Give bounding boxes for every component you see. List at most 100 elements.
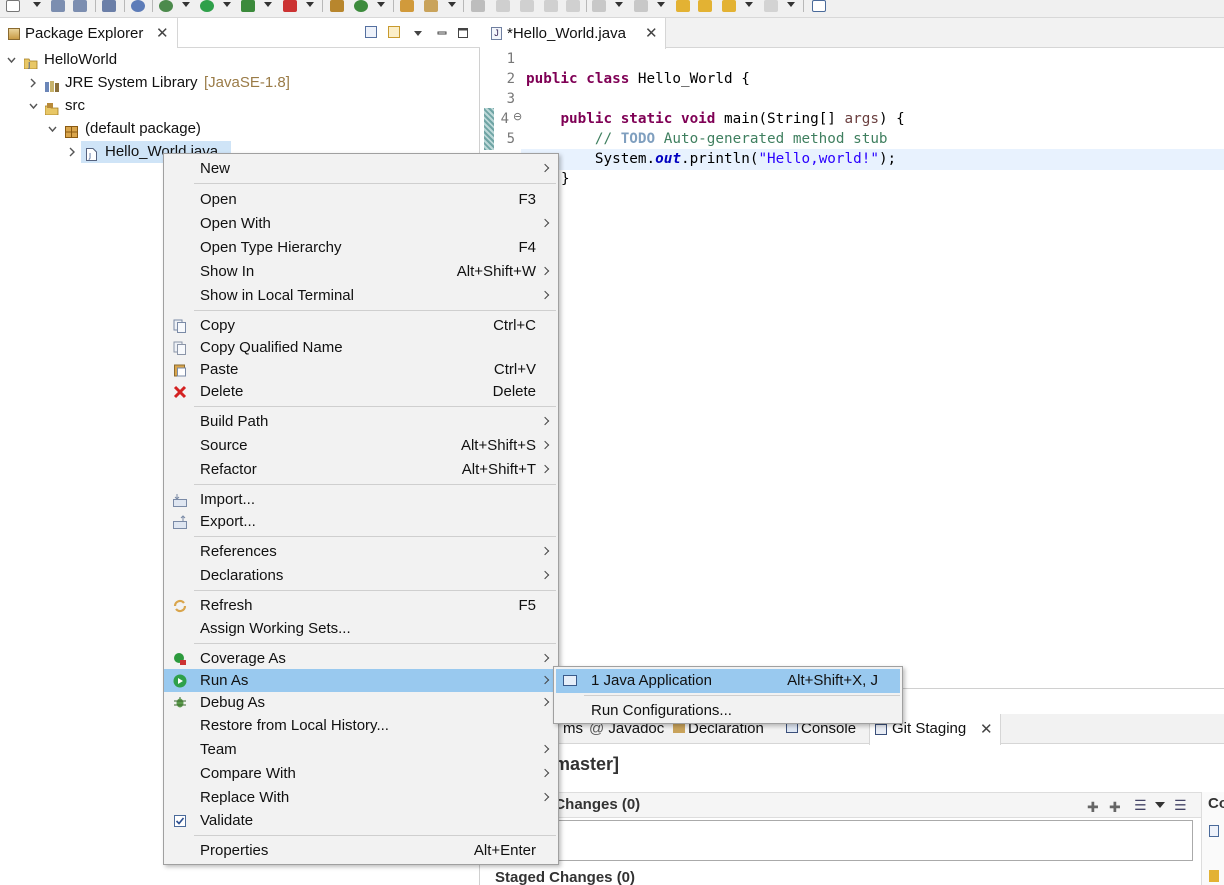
menu-item-run-as[interactable]: Run As	[164, 669, 558, 692]
menu-item-open[interactable]: Open F3	[164, 188, 558, 211]
close-icon[interactable]: ✕	[156, 24, 169, 42]
menu-item-export[interactable]: Export...	[164, 510, 558, 533]
menu-item-label: Build Path	[200, 413, 269, 430]
open-task-icon[interactable]	[424, 0, 438, 12]
external-tools-dropdown-icon[interactable]	[264, 2, 272, 7]
run-icon[interactable]	[200, 0, 214, 12]
menu-item-debug-as[interactable]: Debug As	[164, 691, 558, 714]
save-icon[interactable]	[51, 0, 65, 12]
menu-item-import[interactable]: Import...	[164, 488, 558, 511]
run-dropdown-icon[interactable]	[223, 2, 231, 7]
menu-item-open-with[interactable]: Open With	[164, 212, 558, 235]
menu-item-refactor[interactable]: Refactor Alt+Shift+T	[164, 458, 558, 481]
collapse-all-icon[interactable]	[365, 26, 377, 38]
menu-item-copy-qualified-name[interactable]: Copy Qualified Name	[164, 336, 558, 359]
tree-item-jre[interactable]: JRE System Library [JavaSE-1.8]	[0, 72, 320, 94]
external-tools-icon[interactable]	[241, 0, 255, 12]
back-icon[interactable]	[698, 0, 712, 12]
show-whitespace-icon[interactable]	[520, 0, 534, 12]
stage-selected-icon[interactable]: ✚	[1087, 799, 1099, 816]
stop-icon[interactable]	[283, 0, 297, 12]
new-class-dropdown-icon[interactable]	[377, 2, 385, 7]
submenu-item-java-application[interactable]: 1 Java Application Alt+Shift+X, J	[556, 669, 900, 693]
package-explorer-tab[interactable]: Package Explorer ✕	[0, 18, 178, 48]
close-icon[interactable]: ✕	[980, 720, 993, 738]
menu-item-validate[interactable]: Validate	[164, 809, 558, 832]
search-icon[interactable]	[131, 0, 145, 12]
close-icon[interactable]: ✕	[645, 24, 658, 42]
debug-icon[interactable]	[159, 0, 173, 12]
menu-item-declarations[interactable]: Declarations	[164, 564, 558, 587]
pin-icon[interactable]	[496, 0, 510, 12]
menu-item-delete[interactable]: Delete Delete	[164, 380, 558, 403]
next-annotation-icon[interactable]	[592, 0, 606, 12]
new-package-icon[interactable]	[330, 0, 344, 12]
menu-item-show-in-terminal[interactable]: Show in Local Terminal	[164, 284, 558, 307]
annotation-icon[interactable]	[471, 0, 485, 12]
fold-toggle-icon[interactable]: ⊖	[513, 110, 522, 123]
sort-icon[interactable]: ☰	[1174, 797, 1187, 814]
maximize-icon[interactable]	[457, 26, 469, 38]
forward-dropdown-icon[interactable]	[787, 2, 795, 7]
menu-item-new[interactable]: New	[164, 157, 558, 180]
editor-tab-hello-world[interactable]: J *Hello_World.java ✕	[481, 18, 666, 49]
stage-all-icon[interactable]: ✚	[1109, 799, 1121, 816]
submenu-arrow-icon	[540, 653, 550, 663]
code-line-4[interactable]: public static void main(String[] args) {	[526, 111, 904, 127]
menu-item-refresh[interactable]: Refresh F5	[164, 594, 558, 617]
last-edit-icon[interactable]	[676, 0, 690, 12]
new-class-icon[interactable]	[354, 0, 368, 12]
menu-item-copy[interactable]: Copy Ctrl+C	[164, 314, 558, 337]
open-type-icon[interactable]	[400, 0, 414, 12]
view-menu-icon[interactable]	[412, 26, 424, 38]
project-label: HelloWorld	[44, 51, 118, 68]
block-select-icon[interactable]	[544, 0, 558, 12]
menu-item-coverage-as[interactable]: Coverage As	[164, 647, 558, 670]
new-dropdown-icon[interactable]	[33, 2, 41, 7]
menu-item-compare-with[interactable]: Compare With	[164, 762, 558, 785]
menu-item-open-type-hierarchy[interactable]: Open Type Hierarchy F4	[164, 236, 558, 259]
forward-icon[interactable]	[722, 0, 736, 12]
next-annotation-dropdown-icon[interactable]	[615, 2, 623, 7]
code-line-5[interactable]: // TODO Auto-generated method stub	[526, 131, 888, 147]
menu-item-references[interactable]: References	[164, 540, 558, 563]
chevron-right-icon[interactable]	[67, 141, 78, 171]
save-all-icon[interactable]	[73, 0, 87, 12]
prev-annotation-icon[interactable]	[634, 0, 648, 12]
view-menu-icon[interactable]	[1155, 802, 1165, 808]
new-window-icon[interactable]	[812, 0, 826, 12]
submenu-item-run-configurations[interactable]: Run Configurations...	[556, 699, 900, 723]
menu-item-paste[interactable]: Paste Ctrl+V	[164, 358, 558, 381]
menu-item-restore-history[interactable]: Restore from Local History...	[164, 714, 558, 737]
menu-item-show-in[interactable]: Show In Alt+Shift+W	[164, 260, 558, 283]
tree-item-project[interactable]: J HelloWorld	[0, 49, 300, 71]
debug-dropdown-icon[interactable]	[182, 2, 190, 7]
menu-item-build-path[interactable]: Build Path	[164, 410, 558, 433]
svg-text:J: J	[88, 152, 91, 160]
stop-dropdown-icon[interactable]	[306, 2, 314, 7]
open-task-dropdown-icon[interactable]	[448, 2, 456, 7]
list-view-icon[interactable]: ☰	[1134, 797, 1147, 814]
menu-item-properties[interactable]: Properties Alt+Enter	[164, 839, 558, 862]
menu-item-replace-with[interactable]: Replace With	[164, 786, 558, 809]
code-line-6[interactable]: System.out.println("Hello,world!");	[526, 151, 896, 167]
menu-item-team[interactable]: Team	[164, 738, 558, 761]
tree-item-src[interactable]: src	[0, 95, 200, 117]
tree-item-default-package[interactable]: (default package)	[0, 118, 260, 140]
link-with-editor-icon[interactable]	[388, 26, 400, 38]
commit-panel: Co	[1201, 792, 1224, 885]
forward-disabled-icon[interactable]	[764, 0, 778, 12]
minimize-icon[interactable]	[436, 26, 448, 38]
menu-item-assign-working-sets[interactable]: Assign Working Sets...	[164, 617, 558, 640]
print-icon[interactable]	[102, 0, 116, 12]
code-field: out	[655, 151, 681, 167]
unstaged-changes-list[interactable]	[551, 820, 1193, 861]
code-line-7[interactable]: }	[561, 171, 570, 187]
menu-item-source[interactable]: Source Alt+Shift+S	[164, 434, 558, 457]
paragraph-icon[interactable]	[566, 0, 580, 12]
back-dropdown-icon[interactable]	[745, 2, 753, 7]
new-icon[interactable]	[6, 0, 20, 12]
code-line-2[interactable]: public class Hello_World {	[526, 71, 750, 87]
prev-annotation-dropdown-icon[interactable]	[657, 2, 665, 7]
unstaged-changes-header[interactable]: d Changes (0) ✚ ✚ ☰ ☰	[481, 792, 1224, 818]
